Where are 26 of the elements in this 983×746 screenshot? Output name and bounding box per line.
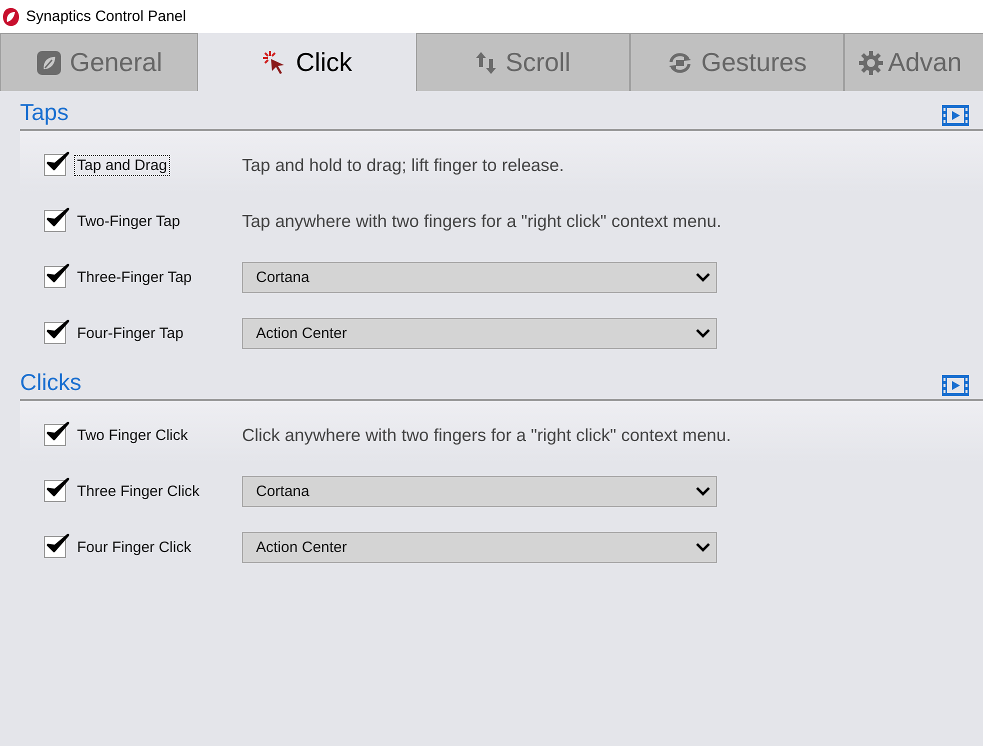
- dropdown[interactable]: Cortana: [242, 262, 717, 292]
- section-heading: Taps: [20, 99, 69, 126]
- checkbox-label[interactable]: Three-Finger Tap: [74, 266, 195, 288]
- dropdown[interactable]: Action Center: [242, 318, 717, 348]
- setting-description: Click anywhere with two fingers for a "right click" context menu.: [242, 424, 732, 446]
- checkbox-label[interactable]: Tap and Drag: [74, 154, 170, 176]
- chevron-down-icon: [696, 542, 710, 552]
- checkbox-label[interactable]: Four Finger Click: [74, 536, 194, 558]
- window-title: Synaptics Control Panel: [26, 8, 186, 25]
- video-icon[interactable]: [942, 105, 969, 126]
- chevron-down-icon: [696, 328, 710, 338]
- checkbox-label[interactable]: Two-Finger Tap: [74, 210, 184, 232]
- checkbox-label[interactable]: Three Finger Click: [74, 480, 203, 502]
- up-down-arrows-icon: [475, 50, 498, 74]
- dropdown[interactable]: Cortana: [242, 476, 717, 506]
- setting-description: Tap anywhere with two fingers for a "right click" context menu.: [242, 210, 722, 232]
- dropdown[interactable]: Action Center: [242, 532, 717, 562]
- leaf-icon: [36, 50, 62, 76]
- setting-description: Tap and hold to drag; lift finger to release.: [242, 154, 564, 176]
- checkbox-label[interactable]: Two Finger Click: [74, 424, 191, 446]
- section-heading: Clicks: [20, 369, 82, 396]
- rotate-arrows-icon: [667, 50, 694, 74]
- chevron-down-icon: [696, 272, 710, 282]
- chevron-down-icon: [696, 486, 710, 496]
- checkbox-label[interactable]: Four-Finger Tap: [74, 322, 186, 344]
- video-icon[interactable]: [942, 375, 969, 396]
